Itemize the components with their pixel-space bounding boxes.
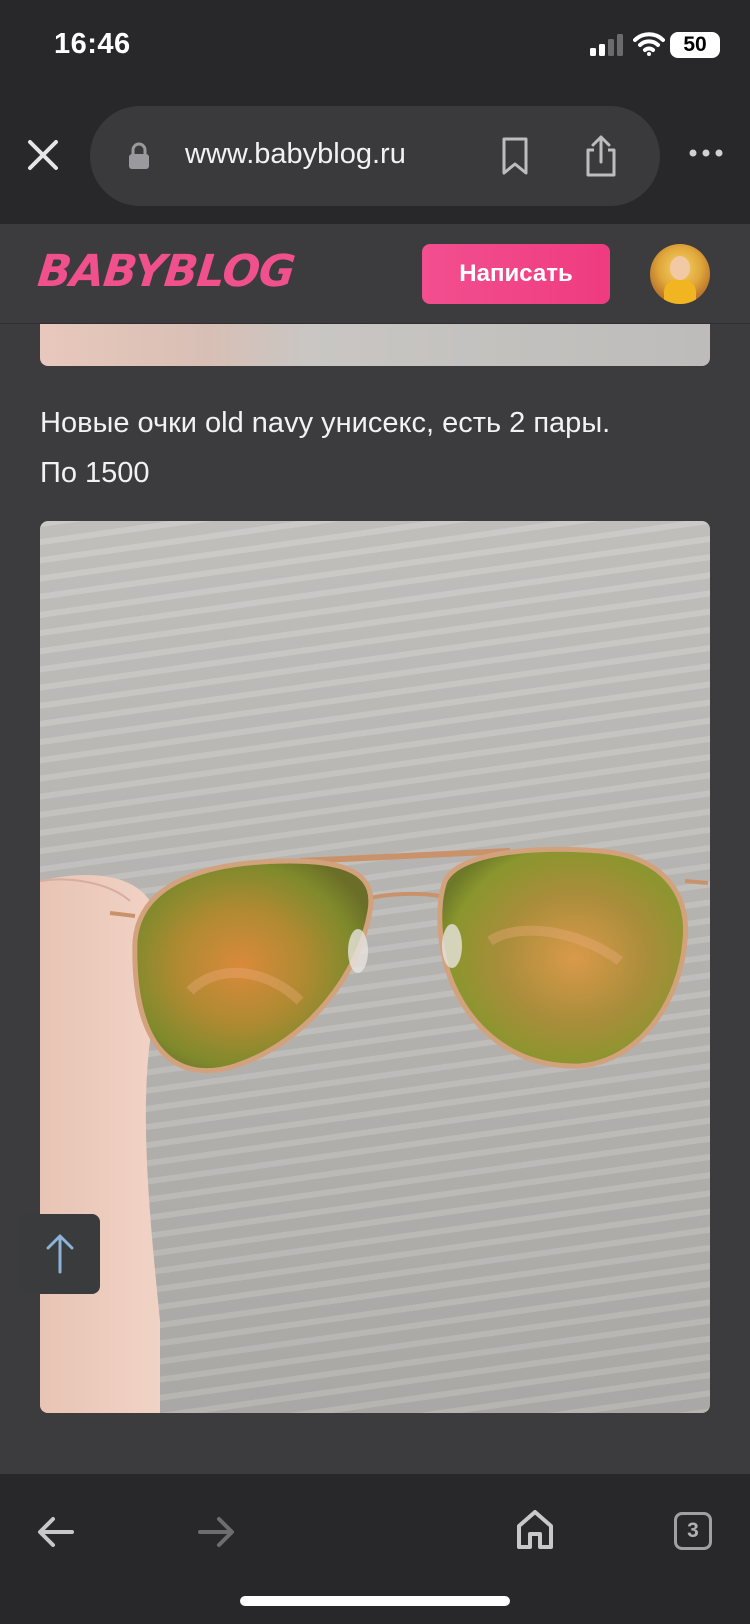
tabs-icon[interactable]: 3 bbox=[674, 1512, 712, 1550]
forward-arrow-icon[interactable] bbox=[196, 1514, 236, 1550]
post-photo[interactable] bbox=[40, 521, 710, 1413]
previous-post-image[interactable] bbox=[40, 324, 710, 366]
avatar-body bbox=[664, 280, 696, 304]
status-bar: 16:46 50 bbox=[0, 0, 750, 100]
arrow-up-icon bbox=[46, 1234, 74, 1274]
home-icon[interactable] bbox=[516, 1508, 554, 1550]
screen: 16:46 50 www.babyblog.ru BABYBLOG Написа… bbox=[0, 0, 750, 1624]
avatar[interactable] bbox=[650, 244, 710, 304]
back-arrow-icon[interactable] bbox=[36, 1514, 76, 1550]
lock-icon bbox=[129, 142, 149, 169]
avatar-face bbox=[670, 256, 690, 280]
sunglasses-photo-illustration bbox=[40, 846, 709, 1413]
battery-icon: 50 bbox=[670, 32, 720, 58]
post-text-line-1: Новые очки old navy унисекс, есть 2 пары… bbox=[40, 407, 611, 439]
scroll-to-top-button[interactable] bbox=[20, 1214, 100, 1294]
post-text: Новые очки old navy унисекс, есть 2 пары… bbox=[40, 398, 720, 498]
babyblog-logo[interactable]: BABYBLOG bbox=[35, 246, 296, 297]
home-indicator bbox=[240, 1596, 510, 1606]
url-text: www.babyblog.ru bbox=[185, 138, 406, 170]
wifi-icon bbox=[633, 32, 665, 56]
share-icon[interactable] bbox=[584, 134, 618, 178]
bookmark-icon[interactable] bbox=[500, 136, 530, 176]
battery-level: 50 bbox=[683, 33, 707, 56]
browser-toolbar: www.babyblog.ru bbox=[0, 100, 750, 224]
close-icon[interactable] bbox=[26, 138, 60, 172]
more-icon[interactable] bbox=[688, 147, 724, 159]
write-button[interactable]: Написать bbox=[422, 244, 610, 304]
bottom-toolbar: 3 bbox=[0, 1474, 750, 1624]
tabs-count: 3 bbox=[687, 1519, 699, 1542]
cellular-signal-icon bbox=[590, 34, 623, 56]
status-time: 16:46 bbox=[54, 28, 131, 60]
site-header: BABYBLOG Написать bbox=[0, 224, 750, 324]
post-text-line-2: По 1500 bbox=[40, 457, 150, 489]
address-bar[interactable]: www.babyblog.ru bbox=[90, 106, 660, 206]
